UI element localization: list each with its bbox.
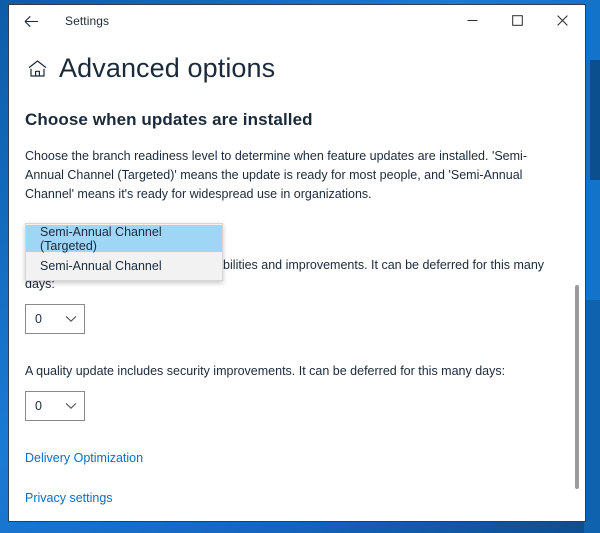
content-area: Advanced options Choose when updates are… (9, 37, 585, 521)
desktop-band (590, 60, 600, 180)
dropdown-option-semi-annual-channel[interactable]: Semi-Annual Channel (26, 252, 222, 279)
privacy-settings-link[interactable]: Privacy settings (25, 491, 113, 505)
maximize-icon (512, 15, 523, 26)
section-heading: Choose when updates are installed (25, 110, 313, 129)
quality-update-label: A quality update includes security impro… (25, 364, 506, 378)
minimize-icon (467, 20, 478, 21)
back-button[interactable] (9, 6, 53, 36)
quality-update-defer-combobox[interactable]: 0 (25, 391, 85, 421)
back-arrow-icon (24, 15, 38, 27)
desktop-band (584, 300, 600, 533)
dropdown-option-semi-annual-channel-targeted[interactable]: Semi-Annual Channel (Targeted) (26, 225, 222, 253)
title-bar: Settings (9, 5, 585, 37)
feature-update-defer-value: 0 (35, 312, 42, 326)
feature-update-defer-combobox[interactable]: 0 (25, 304, 85, 334)
branch-readiness-dropdown-popup[interactable]: Semi-Annual Channel (Targeted) Semi-Annu… (25, 223, 223, 281)
page-header: Advanced options (23, 53, 561, 84)
settings-window: Settings Advanced options Choose when up… (8, 4, 586, 522)
chevron-down-icon (65, 315, 77, 323)
window-controls (450, 5, 585, 37)
home-glyph-icon (28, 60, 46, 77)
page-title: Advanced options (59, 53, 276, 83)
maximize-button[interactable] (495, 5, 540, 36)
intro-paragraph: Choose the branch readiness level to det… (25, 149, 527, 201)
home-icon[interactable] (23, 55, 51, 83)
scrollbar-thumb[interactable] (575, 285, 579, 489)
minimize-button[interactable] (450, 5, 495, 36)
quality-update-defer-value: 0 (35, 399, 42, 413)
close-icon (557, 15, 568, 26)
chevron-down-icon (65, 402, 77, 410)
scrollbar[interactable] (572, 37, 582, 521)
close-button[interactable] (540, 5, 585, 36)
delivery-optimization-link[interactable]: Delivery Optimization (25, 451, 143, 465)
app-title: Settings (65, 14, 110, 28)
